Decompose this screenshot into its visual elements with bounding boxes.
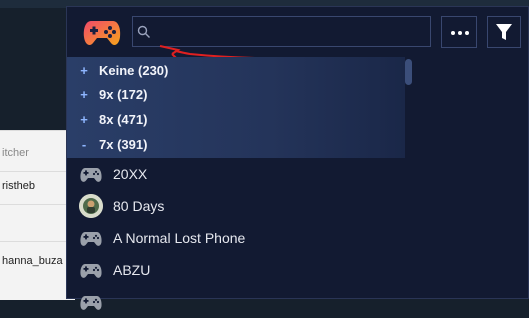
collapse-icon[interactable]: - [79, 137, 89, 152]
game-name: 20XX [113, 166, 148, 182]
divider [0, 171, 75, 172]
game-list: + Keine (230) + 9x (172) + 8x (471) - 7x… [67, 57, 528, 310]
controller-icon [80, 232, 102, 246]
group-row[interactable]: - 7x (391) [67, 133, 405, 157]
game-name: A Normal Lost Phone [113, 230, 246, 246]
search-icon [137, 25, 150, 38]
game-row[interactable]: ABZU [67, 254, 405, 286]
filter-button[interactable] [487, 16, 521, 48]
controller-icon [80, 296, 102, 310]
controller-icon [80, 168, 102, 182]
expand-icon[interactable]: + [79, 63, 89, 78]
scrollbar-thumb[interactable] [405, 59, 412, 85]
background-search-hint: itcher [2, 147, 29, 159]
gamepad-logo-icon[interactable] [83, 18, 121, 48]
dot-icon [451, 31, 455, 35]
group-label: 8x (471) [99, 112, 148, 127]
group-label: 9x (172) [99, 87, 148, 102]
group-row[interactable]: + Keine (230) [67, 59, 405, 83]
background-user-2[interactable]: hanna_buza [2, 255, 63, 267]
game-row[interactable]: A Normal Lost Phone [67, 222, 405, 254]
controller-icon [80, 264, 102, 278]
more-options-button[interactable] [441, 16, 477, 48]
divider [0, 241, 75, 242]
game-row[interactable]: 20XX [67, 158, 405, 190]
group-label: 7x (391) [99, 137, 148, 152]
search-box[interactable] [132, 16, 431, 48]
background-app-panel: itcher ristheb hanna_buza [0, 130, 75, 300]
dot-icon [458, 31, 462, 35]
divider [0, 204, 75, 205]
filter-icon [496, 24, 512, 40]
background-user-1[interactable]: ristheb [2, 180, 35, 192]
group-row[interactable]: + 9x (172) [67, 83, 405, 107]
group-row[interactable]: + 8x (471) [67, 108, 405, 132]
game-row[interactable]: 80 Days [67, 190, 405, 222]
expand-icon[interactable]: + [79, 87, 89, 102]
group-section: + Keine (230) + 9x (172) + 8x (471) - 7x… [67, 57, 405, 158]
game-avatar-icon [79, 194, 103, 218]
group-label: Keine (230) [99, 63, 169, 78]
game-name: 80 Days [113, 198, 165, 214]
game-name: ABZU [113, 262, 151, 278]
expand-icon[interactable]: + [79, 112, 89, 127]
game-row[interactable] [67, 286, 405, 318]
dot-icon [465, 31, 469, 35]
search-input[interactable] [153, 17, 427, 48]
